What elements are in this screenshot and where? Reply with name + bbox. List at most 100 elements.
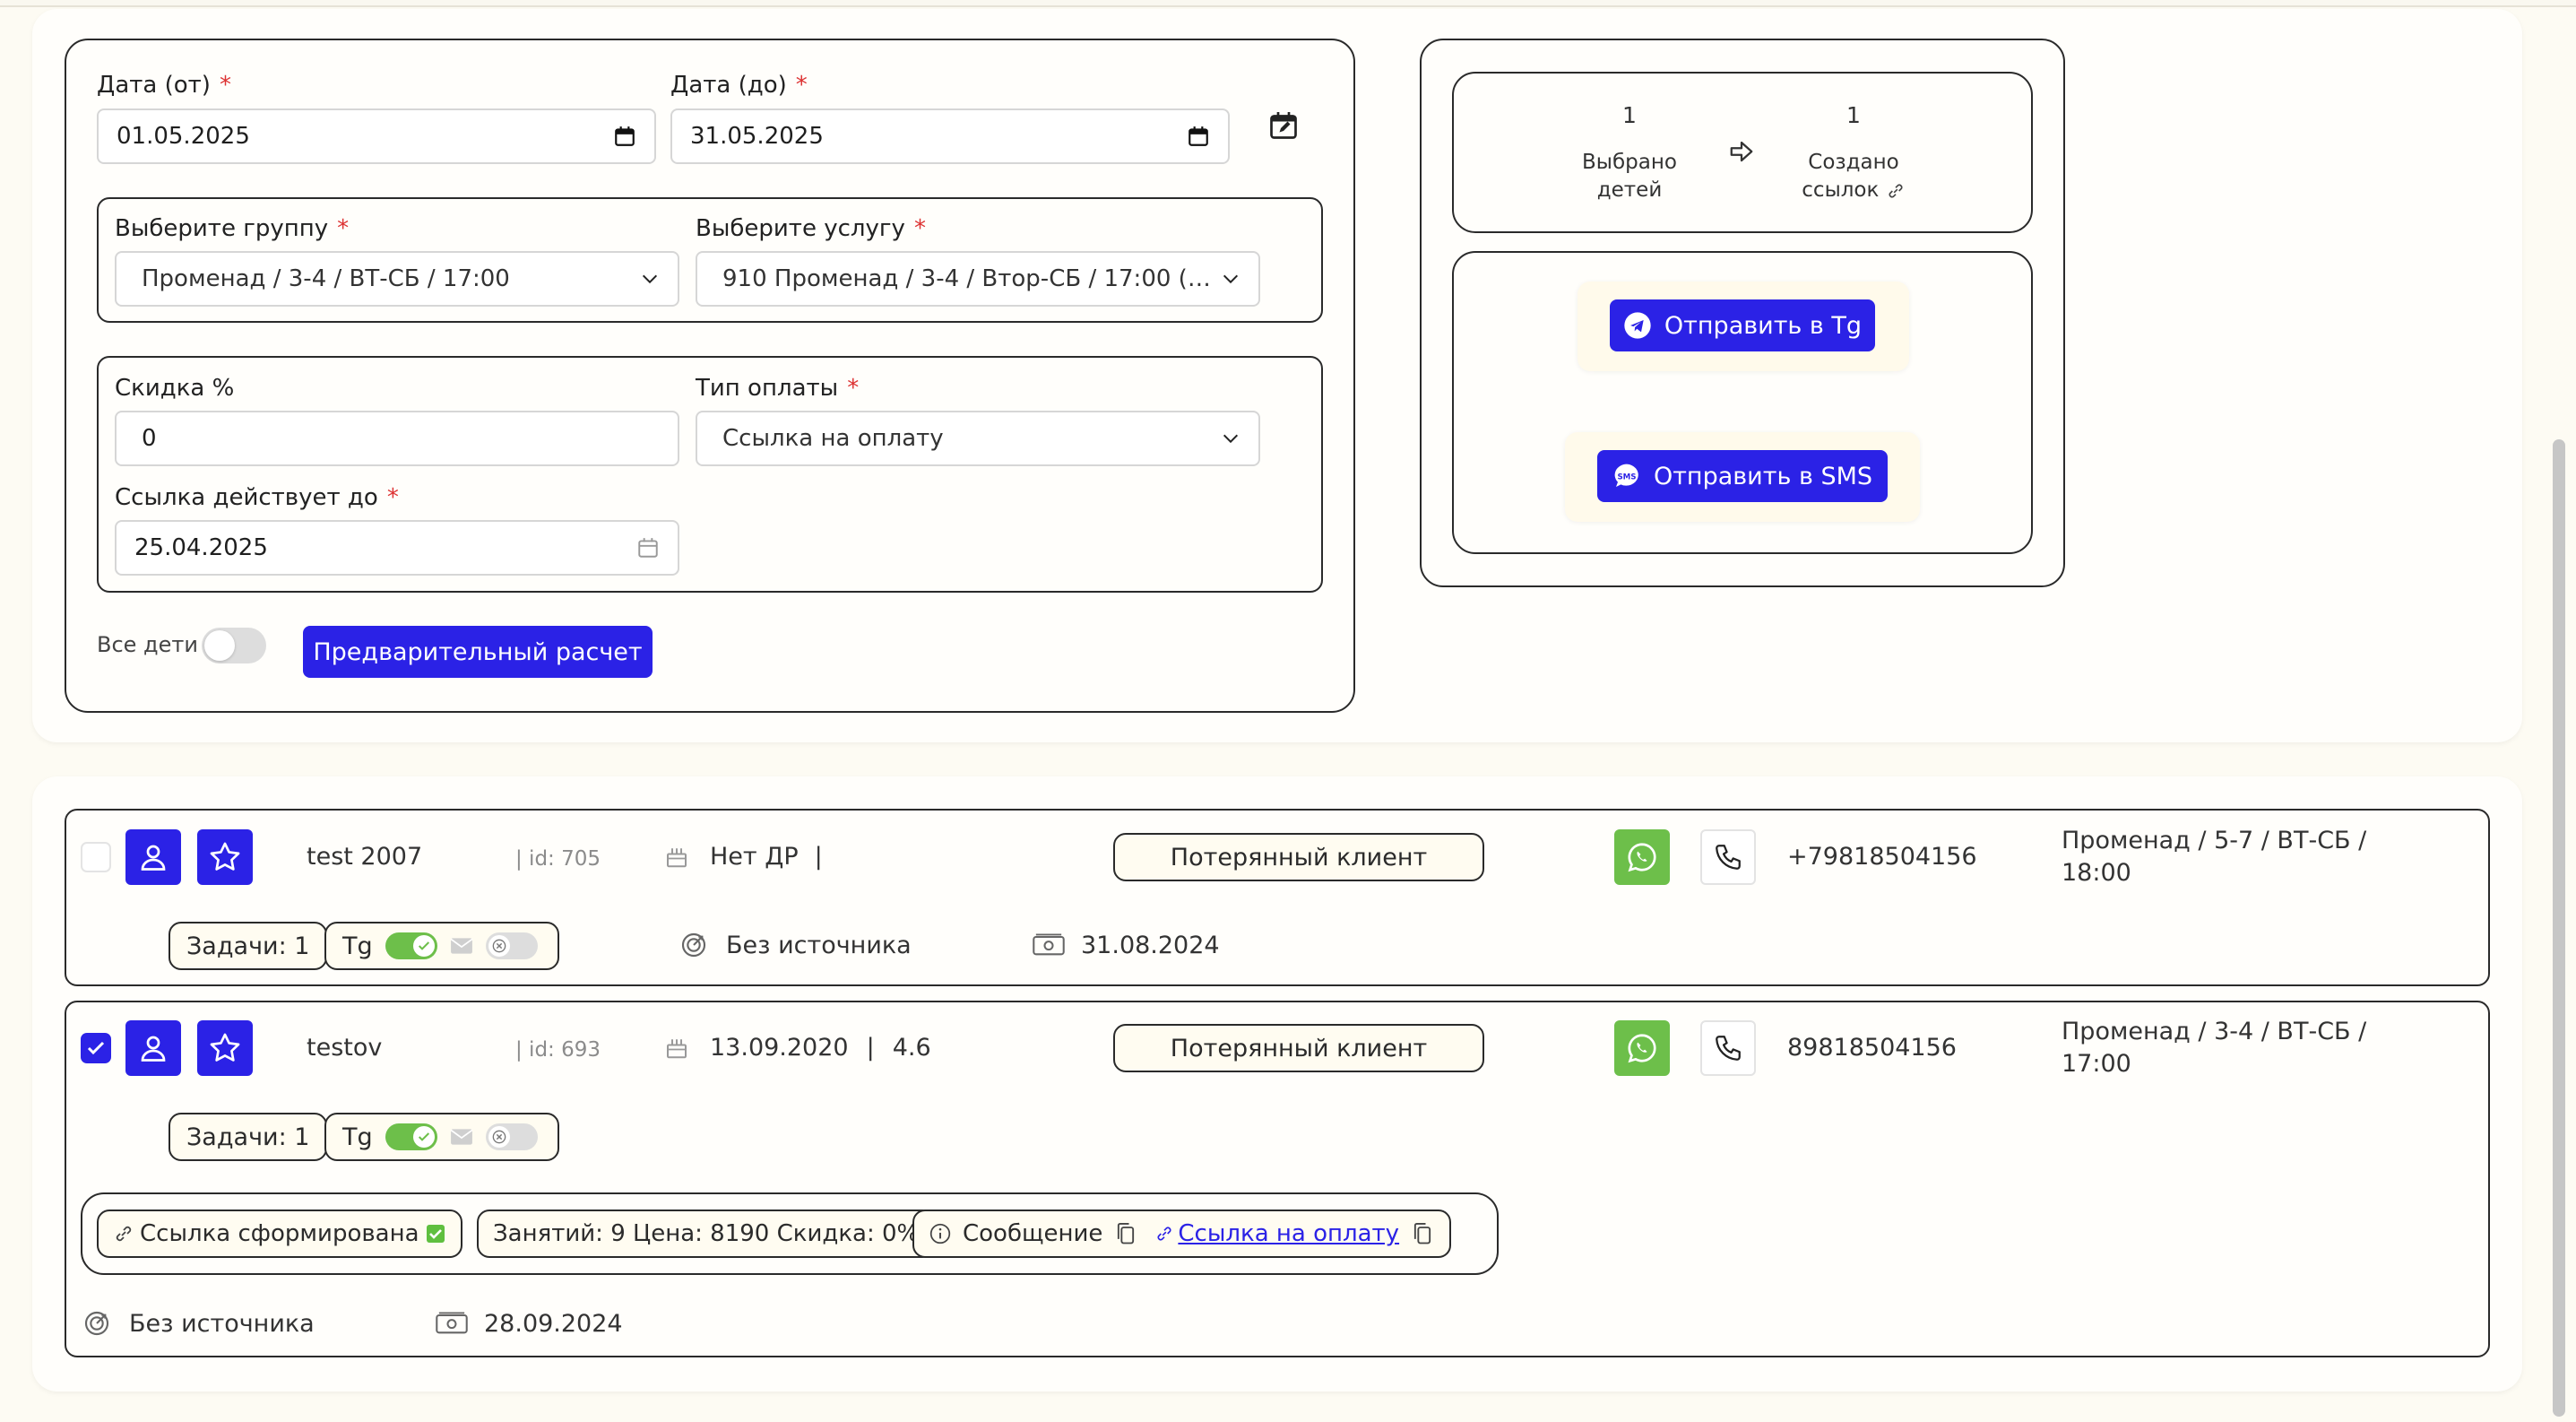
check-icon [426,1225,445,1243]
chevron-down-icon [1223,434,1239,444]
sms-toggle[interactable] [485,932,538,959]
selected-label: Выбрано детей [1582,151,1677,202]
discount-label: Скидка % [115,375,235,402]
sms-toggle[interactable] [485,1123,538,1150]
link-icon [116,1226,132,1242]
child-birthday: 13.09.2020 | 4.6 [710,1034,931,1062]
date-from-label: Дата (от) * [97,72,231,99]
child-profile-button[interactable] [125,1020,181,1076]
child-id: | id: 693 [515,1038,601,1062]
child-payment-date: 31.08.2024 [1081,932,1220,959]
all-children-label: Все дети [97,632,198,657]
notifications-badge: Tg [324,1113,559,1161]
copy-icon[interactable] [1113,1221,1138,1246]
calendar-icon[interactable] [636,536,660,559]
date-to-input[interactable]: 31.05.2025 [670,108,1230,164]
notifications-badge: Tg [324,922,559,970]
child-group: Променад / 3-4 / ВТ-СБ / 17:00 [2062,1018,2367,1078]
scrollbar[interactable] [2553,439,2565,1417]
user-icon [141,1036,166,1062]
tg-toggle[interactable] [385,932,437,959]
child-checkbox[interactable] [81,1033,111,1063]
date-to-label: Дата (до) * [670,72,808,99]
child-favorite-button[interactable] [197,829,253,885]
message-link-badge: Сообщение Ссылка на оплату [912,1210,1452,1258]
star-icon [210,1033,240,1062]
send-sms-button[interactable]: SMS Отправить в SMS [1597,450,1888,502]
call-button[interactable] [1700,1020,1756,1076]
status-badge[interactable]: Потерянный клиент [1113,833,1484,881]
whatsapp-icon [1628,843,1656,872]
calendar-edit-icon[interactable] [1267,109,1300,142]
message-label: Сообщение [963,1220,1103,1247]
money-icon [436,1312,468,1334]
send-tg-button[interactable]: Отправить в Tg [1610,299,1875,351]
link-icon [1157,1227,1171,1241]
check-icon [418,941,429,950]
service-label: Выберите услугу * [696,215,926,242]
arrow-right-icon [1730,141,1753,162]
whatsapp-button[interactable] [1614,829,1670,885]
discount-input[interactable]: 0 [115,411,679,466]
created-count: 1 [1846,102,1861,128]
close-icon [492,939,506,953]
money-icon [1033,933,1065,956]
sms-icon: SMS [1614,464,1638,487]
payment-link[interactable]: Ссылка на оплату [1178,1220,1399,1247]
child-group: Променад / 5-7 / ВТ-СБ / 18:00 [2062,827,2367,887]
child-profile-button[interactable] [125,829,181,885]
chevron-down-icon [642,274,658,284]
tg-toggle[interactable] [385,1123,437,1150]
date-from-input[interactable]: 01.05.2025 [97,108,656,164]
child-id: | id: 705 [515,847,601,871]
whatsapp-button[interactable] [1614,1020,1670,1076]
tasks-badge[interactable]: Задачи: 1 [169,1113,328,1161]
phone-icon [1716,1036,1741,1061]
mail-icon [450,1129,473,1145]
telegram-icon [1624,312,1651,339]
link-valid-input[interactable]: 25.04.2025 [115,520,679,576]
svg-text:SMS: SMS [1617,473,1636,481]
lesson-info-badge: Занятий: 9 Цена: 8190 Скидка: 0% [477,1210,936,1258]
service-select[interactable]: 910 Променад / 3-4 / Втор-СБ / 17:00 (Аб… [696,251,1260,307]
tg-label: Tg [342,932,373,960]
link-formed-badge: Ссылка сформирована [97,1210,462,1258]
group-label: Выберите группу * [115,215,350,242]
selected-count: 1 [1622,102,1637,128]
tg-label: Tg [342,1123,373,1151]
created-label: Создано ссылок [1791,149,1916,204]
link-icon [1889,184,1903,197]
calendar-icon[interactable] [1187,125,1210,148]
group-select[interactable]: Променад / 3-4 / ВТ-СБ / 17:00 [115,251,679,307]
calendar-icon[interactable] [613,125,636,148]
info-icon [929,1223,951,1244]
check-icon [87,1041,105,1055]
tasks-badge[interactable]: Задачи: 1 [169,922,328,970]
child-birthday: Нет ДР | [710,843,823,871]
chevron-down-icon [1223,274,1239,284]
payment-type-label: Тип оплаты * [696,375,860,402]
call-button[interactable] [1700,829,1756,885]
status-badge[interactable]: Потерянный клиент [1113,1024,1484,1072]
copy-icon[interactable] [1410,1221,1435,1246]
mail-icon [450,938,473,954]
payment-type-select[interactable]: Ссылка на оплату [696,411,1260,466]
all-children-toggle[interactable] [202,628,266,663]
whatsapp-icon [1628,1034,1656,1063]
child-name[interactable]: testov [307,1034,382,1062]
child-phone[interactable]: 89818504156 [1787,1034,1957,1062]
phone-icon [1716,845,1741,870]
child-payment-date: 28.09.2024 [484,1310,623,1338]
child-favorite-button[interactable] [197,1020,253,1076]
child-name[interactable]: test 2007 [307,843,422,871]
preview-calc-button[interactable]: Предварительный расчет [303,626,653,678]
user-icon [141,845,166,871]
close-icon [492,1130,506,1144]
cake-icon [667,1039,687,1059]
top-edge [0,0,2576,7]
child-phone[interactable]: +79818504156 [1787,843,1977,871]
child-age: 4.6 [892,1034,931,1062]
child-checkbox[interactable] [81,842,111,872]
cake-icon [667,848,687,868]
star-icon [210,842,240,871]
